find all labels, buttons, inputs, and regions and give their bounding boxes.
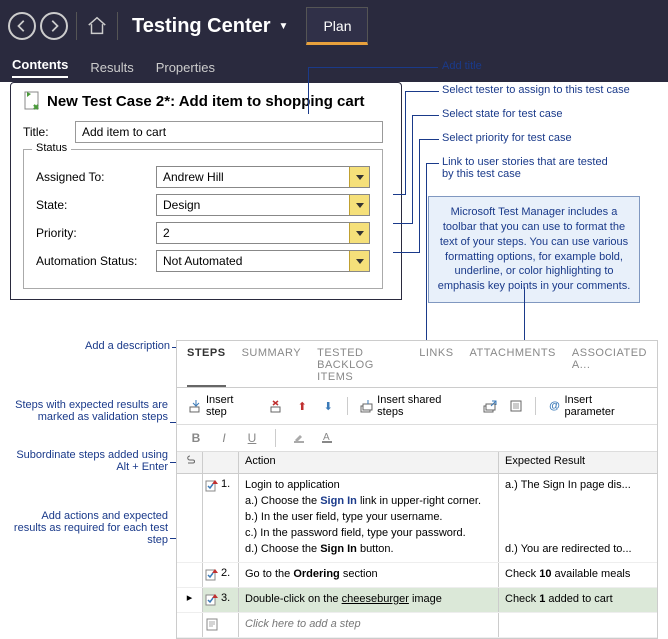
- insert-shared-button[interactable]: Insert shared steps: [356, 392, 474, 420]
- tab-properties[interactable]: Properties: [156, 60, 215, 75]
- app-dropdown-icon[interactable]: ▼: [279, 21, 289, 32]
- home-button[interactable]: [83, 12, 111, 40]
- open-shared-button[interactable]: [479, 397, 501, 415]
- tab-associated[interactable]: ASSOCIATED A...: [572, 347, 647, 387]
- create-shared-icon: [509, 399, 523, 413]
- tab-attachments[interactable]: ATTACHMENTS: [470, 347, 556, 387]
- tab-links[interactable]: LINKS: [419, 347, 453, 387]
- steps-tabs: STEPS SUMMARY TESTED BACKLOG ITEMS LINKS…: [177, 341, 657, 388]
- app-title: Testing Center: [132, 15, 271, 38]
- assigned-input[interactable]: [157, 167, 349, 187]
- insert-shared-icon: [360, 399, 374, 413]
- automation-combo[interactable]: [156, 250, 370, 272]
- back-button[interactable]: [8, 12, 36, 40]
- separator: [76, 12, 77, 40]
- assigned-label: Assigned To:: [36, 170, 156, 184]
- tab-results[interactable]: Results: [90, 60, 133, 75]
- automation-dropdown-icon[interactable]: [349, 251, 369, 271]
- priority-combo[interactable]: [156, 222, 370, 244]
- annot-add-actions: Add actions and expected results as requ…: [6, 510, 168, 546]
- title-input[interactable]: [75, 121, 383, 143]
- step-row[interactable]: 1. Login to applicationa.) Choose the Si…: [177, 474, 657, 563]
- annot-select-state: Select state for test case: [442, 108, 562, 120]
- card-title: New Test Case 2*: Add item to shopping c…: [47, 93, 365, 110]
- automation-input[interactable]: [157, 251, 349, 271]
- action-cell[interactable]: Login to applicationa.) Choose the Sign …: [239, 474, 499, 562]
- annot-add-title: Add title: [442, 60, 482, 72]
- insert-param-button[interactable]: @ Insert parameter: [544, 392, 649, 420]
- at-icon: @: [548, 399, 562, 413]
- expected-cell[interactable]: a.) The Sign In page dis...d.) You are r…: [499, 474, 657, 562]
- expected-cell[interactable]: Check 1 added to cart: [499, 588, 657, 612]
- attachment-header-icon: [177, 452, 203, 473]
- move-up-button[interactable]: ⬆: [291, 397, 313, 415]
- action-cell[interactable]: Double-click on the cheeseburger image: [239, 588, 499, 612]
- testcase-card: New Test Case 2*: Add item to shopping c…: [10, 82, 402, 300]
- underline-button[interactable]: U: [243, 431, 261, 445]
- step-icon: [205, 617, 219, 631]
- tab-steps[interactable]: STEPS: [187, 347, 226, 387]
- annot-select-priority: Select priority for test case: [442, 132, 572, 144]
- step-row-selected[interactable]: ▸ 3. Double-click on the cheeseburger im…: [177, 588, 657, 613]
- assigned-combo[interactable]: [156, 166, 370, 188]
- priority-input[interactable]: [157, 223, 349, 243]
- automation-label: Automation Status:: [36, 254, 156, 268]
- app-header: Testing Center ▼ Plan: [0, 0, 668, 52]
- priority-dropdown-icon[interactable]: [349, 223, 369, 243]
- down-arrow-icon: ⬇: [321, 399, 335, 413]
- action-header: Action: [239, 452, 499, 473]
- annot-link-stories: Link to user stories that are tested by …: [442, 156, 622, 180]
- steps-panel: STEPS SUMMARY TESTED BACKLOG ITEMS LINKS…: [176, 340, 658, 639]
- state-input[interactable]: [157, 195, 349, 215]
- forward-button[interactable]: [40, 12, 68, 40]
- separator: [117, 12, 118, 40]
- expected-cell[interactable]: Check 10 available meals: [499, 563, 657, 587]
- create-shared-button[interactable]: [505, 397, 527, 415]
- insert-step-button[interactable]: Insert step: [185, 392, 261, 420]
- plan-tab[interactable]: Plan: [306, 7, 368, 45]
- status-legend: Status: [32, 142, 71, 154]
- state-dropdown-icon[interactable]: [349, 195, 369, 215]
- add-step-placeholder[interactable]: Click here to add a step: [239, 613, 499, 637]
- annot-select-tester: Select tester to assign to this test cas…: [442, 84, 630, 96]
- annot-subordinate: Subordinate steps added using Alt + Ente…: [6, 449, 168, 473]
- step-row[interactable]: 2. Go to the Ordering section Check 10 a…: [177, 563, 657, 588]
- tab-contents[interactable]: Contents: [12, 57, 68, 78]
- steps-toolbar: Insert step ⬆ ⬇ Insert shared steps: [177, 388, 657, 425]
- status-group: Status Assigned To: State: Priority: Aut…: [23, 149, 383, 289]
- highlight-button[interactable]: [290, 430, 308, 447]
- priority-label: Priority:: [36, 226, 156, 240]
- annot-toolbar-tip: Microsoft Test Manager includes a toolba…: [428, 196, 640, 303]
- testcase-icon: [23, 91, 41, 111]
- format-toolbar: B I U A: [177, 425, 657, 452]
- validation-step-icon: [205, 567, 219, 581]
- delete-icon: [269, 399, 283, 413]
- state-combo[interactable]: [156, 194, 370, 216]
- insert-step-icon: [189, 399, 203, 413]
- font-color-button[interactable]: A: [318, 430, 336, 447]
- add-step-row[interactable]: Click here to add a step: [177, 613, 657, 638]
- action-cell[interactable]: Go to the Ordering section: [239, 563, 499, 587]
- up-arrow-icon: ⬆: [295, 399, 309, 413]
- grid-header: Action Expected Result: [177, 452, 657, 474]
- title-label: Title:: [23, 125, 75, 139]
- validation-step-icon: [205, 592, 219, 606]
- annot-add-description: Add a description: [62, 340, 170, 352]
- tab-backlog[interactable]: TESTED BACKLOG ITEMS: [317, 347, 403, 387]
- validation-step-icon: [205, 478, 219, 492]
- expected-header: Expected Result: [499, 452, 657, 473]
- bold-button[interactable]: B: [187, 431, 205, 445]
- delete-step-button[interactable]: [265, 397, 287, 415]
- annot-validation: Steps with expected results are marked a…: [6, 399, 168, 423]
- move-down-button[interactable]: ⬇: [317, 397, 339, 415]
- italic-button[interactable]: I: [215, 431, 233, 445]
- open-shared-icon: [483, 399, 497, 413]
- tab-summary[interactable]: SUMMARY: [242, 347, 302, 387]
- assigned-dropdown-icon[interactable]: [349, 167, 369, 187]
- state-label: State:: [36, 198, 156, 212]
